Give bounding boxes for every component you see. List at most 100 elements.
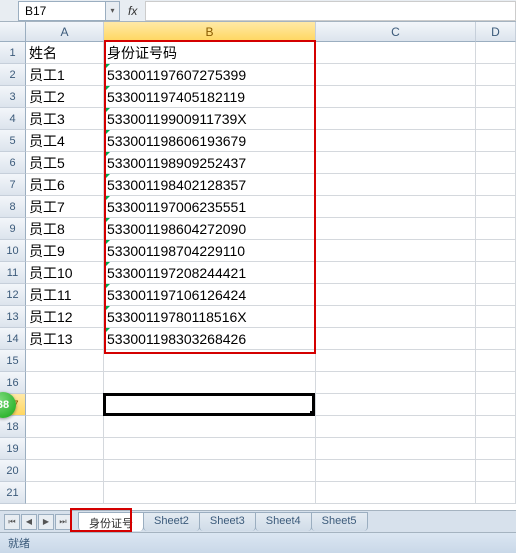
column-header-A[interactable]: A (26, 22, 104, 42)
row-header[interactable]: 21 (0, 482, 26, 504)
cell-C15[interactable] (316, 350, 476, 372)
row-header[interactable]: 16 (0, 372, 26, 394)
cell-B18[interactable] (104, 416, 316, 438)
select-all-corner[interactable] (0, 22, 26, 42)
cell-A1[interactable]: 姓名 (26, 42, 104, 64)
tab-nav-prev[interactable]: ◀ (21, 514, 37, 530)
tab-nav-first[interactable]: ⏮ (4, 514, 20, 530)
cell-D12[interactable] (476, 284, 516, 306)
cell-A8[interactable]: 员工7 (26, 196, 104, 218)
row-header[interactable]: 8 (0, 196, 26, 218)
cell-A7[interactable]: 员工6 (26, 174, 104, 196)
row-header[interactable]: 19 (0, 438, 26, 460)
cell-C21[interactable] (316, 482, 476, 504)
row-header[interactable]: 13 (0, 306, 26, 328)
row-header[interactable]: 14 (0, 328, 26, 350)
cell-D15[interactable] (476, 350, 516, 372)
cell-D17[interactable] (476, 394, 516, 416)
cell-A2[interactable]: 员工1 (26, 64, 104, 86)
cell-D16[interactable] (476, 372, 516, 394)
cell-C5[interactable] (316, 130, 476, 152)
cell-D7[interactable] (476, 174, 516, 196)
cell-B3[interactable]: 533001197405182119 (104, 86, 316, 108)
name-box-dropdown[interactable]: ▾ (106, 1, 120, 21)
cell-D3[interactable] (476, 86, 516, 108)
sheet-tab[interactable]: Sheet5 (311, 512, 368, 531)
cell-B12[interactable]: 533001197106126424 (104, 284, 316, 306)
cell-C9[interactable] (316, 218, 476, 240)
cell-B17[interactable] (104, 394, 316, 416)
cell-B4[interactable]: 53300119900911739X (104, 108, 316, 130)
cell-B8[interactable]: 533001197006235551 (104, 196, 316, 218)
cell-C13[interactable] (316, 306, 476, 328)
cell-D4[interactable] (476, 108, 516, 130)
row-header[interactable]: 4 (0, 108, 26, 130)
cell-D10[interactable] (476, 240, 516, 262)
cell-D8[interactable] (476, 196, 516, 218)
sheet-tab[interactable]: Sheet3 (199, 512, 256, 531)
cell-D5[interactable] (476, 130, 516, 152)
cell-B20[interactable] (104, 460, 316, 482)
cell-C16[interactable] (316, 372, 476, 394)
row-header[interactable]: 18 (0, 416, 26, 438)
cell-D14[interactable] (476, 328, 516, 350)
fx-icon[interactable]: fx (128, 4, 137, 18)
cell-B11[interactable]: 533001197208244421 (104, 262, 316, 284)
cell-C2[interactable] (316, 64, 476, 86)
cell-C14[interactable] (316, 328, 476, 350)
row-header[interactable]: 10 (0, 240, 26, 262)
cell-C1[interactable] (316, 42, 476, 64)
row-header[interactable]: 2 (0, 64, 26, 86)
cell-B2[interactable]: 533001197607275399 (104, 64, 316, 86)
row-header[interactable]: 7 (0, 174, 26, 196)
column-header-D[interactable]: D (476, 22, 516, 42)
cell-C4[interactable] (316, 108, 476, 130)
cell-D6[interactable] (476, 152, 516, 174)
cell-B9[interactable]: 533001198604272090 (104, 218, 316, 240)
cell-A10[interactable]: 员工9 (26, 240, 104, 262)
cell-A11[interactable]: 员工10 (26, 262, 104, 284)
column-header-C[interactable]: C (316, 22, 476, 42)
row-header[interactable]: 9 (0, 218, 26, 240)
cell-C6[interactable] (316, 152, 476, 174)
cell-A14[interactable]: 员工13 (26, 328, 104, 350)
cell-D18[interactable] (476, 416, 516, 438)
cell-A21[interactable] (26, 482, 104, 504)
cell-C17[interactable] (316, 394, 476, 416)
cell-A18[interactable] (26, 416, 104, 438)
cell-D20[interactable] (476, 460, 516, 482)
cell-A19[interactable] (26, 438, 104, 460)
cell-A9[interactable]: 员工8 (26, 218, 104, 240)
cell-B15[interactable] (104, 350, 316, 372)
name-box[interactable]: B17 (18, 1, 106, 21)
cell-A5[interactable]: 员工4 (26, 130, 104, 152)
cell-B1[interactable]: 身份证号码 (104, 42, 316, 64)
cell-D2[interactable] (476, 64, 516, 86)
cell-A15[interactable] (26, 350, 104, 372)
cell-D13[interactable] (476, 306, 516, 328)
tab-nav-last[interactable]: ⏭ (55, 514, 71, 530)
cell-B21[interactable] (104, 482, 316, 504)
column-header-B[interactable]: B (104, 22, 316, 42)
row-header[interactable]: 5 (0, 130, 26, 152)
cell-A12[interactable]: 员工11 (26, 284, 104, 306)
cell-C20[interactable] (316, 460, 476, 482)
cell-C3[interactable] (316, 86, 476, 108)
cell-A20[interactable] (26, 460, 104, 482)
cell-C11[interactable] (316, 262, 476, 284)
cell-A13[interactable]: 员工12 (26, 306, 104, 328)
row-header[interactable]: 6 (0, 152, 26, 174)
cell-B14[interactable]: 533001198303268426 (104, 328, 316, 350)
row-header[interactable]: 3 (0, 86, 26, 108)
formula-input[interactable] (145, 1, 516, 21)
sheet-tab[interactable]: 身份证号 (78, 512, 144, 531)
cell-C12[interactable] (316, 284, 476, 306)
cell-B7[interactable]: 533001198402128357 (104, 174, 316, 196)
cell-A16[interactable] (26, 372, 104, 394)
cell-A4[interactable]: 员工3 (26, 108, 104, 130)
cell-A17[interactable] (26, 394, 104, 416)
row-header[interactable]: 11 (0, 262, 26, 284)
cell-C7[interactable] (316, 174, 476, 196)
row-header[interactable]: 15 (0, 350, 26, 372)
cell-B5[interactable]: 533001198606193679 (104, 130, 316, 152)
